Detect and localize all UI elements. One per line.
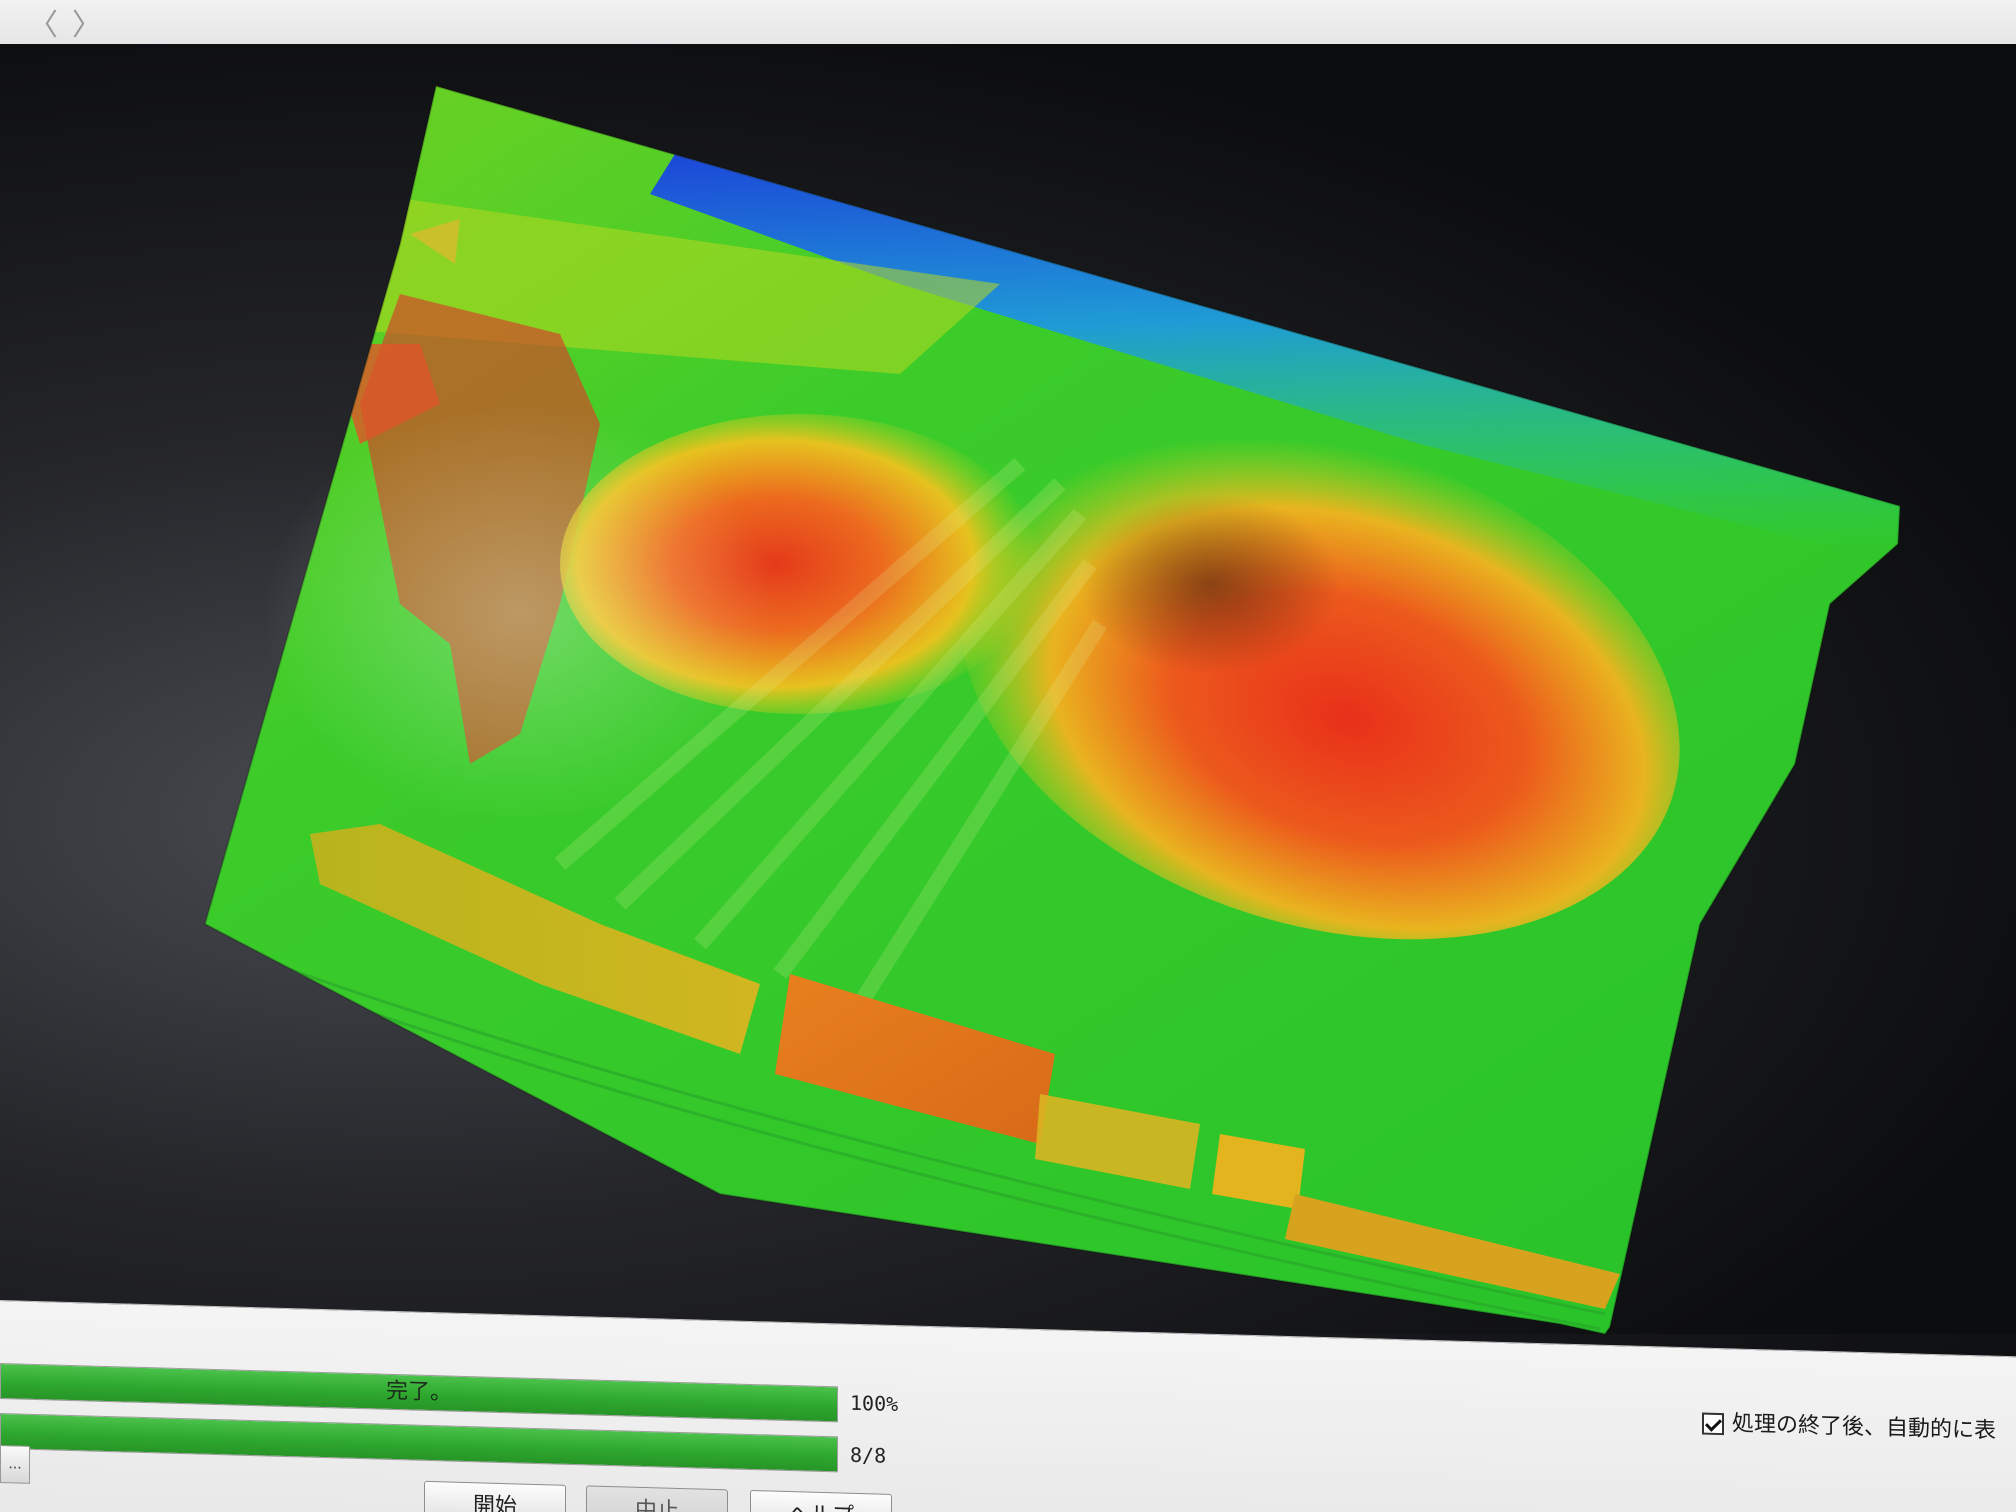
forward-icon[interactable]: 〉 (72, 0, 102, 44)
overall-progress-label: 完了。 (385, 1378, 452, 1406)
help-button[interactable]: ヘルプ (750, 1489, 892, 1512)
window-title-strip: 〈 〉 (0, 0, 2016, 45)
elevation-map (203, 84, 1902, 1334)
step-progress-readout: 8/8 (850, 1442, 887, 1468)
overall-progress-readout: 100% (850, 1390, 899, 1417)
auto-display-option[interactable]: 処理の終了後、自動的に表 (1702, 1405, 1996, 1445)
monitor-screen: 〈 〉 完了。 100% 8/8 ... 開始 中止 処理の終了後、自動的に表 (0, 0, 2016, 1512)
terrain-surface (205, 86, 1900, 1334)
elevation-map-viewport[interactable] (0, 44, 2016, 1334)
ellipsis-button[interactable]: ... (0, 1445, 30, 1484)
back-icon[interactable]: 〈 (28, 0, 58, 44)
step-progress-label (1, 1414, 837, 1471)
step-progress-bar (0, 1413, 838, 1473)
stop-button[interactable]: 中止 (586, 1485, 728, 1512)
start-button[interactable]: 開始 (424, 1480, 566, 1512)
overall-progress-bar: 完了。 (0, 1363, 838, 1423)
auto-display-checkbox[interactable] (1702, 1412, 1724, 1436)
auto-display-label: 処理の終了後、自動的に表 (1732, 1411, 1997, 1444)
